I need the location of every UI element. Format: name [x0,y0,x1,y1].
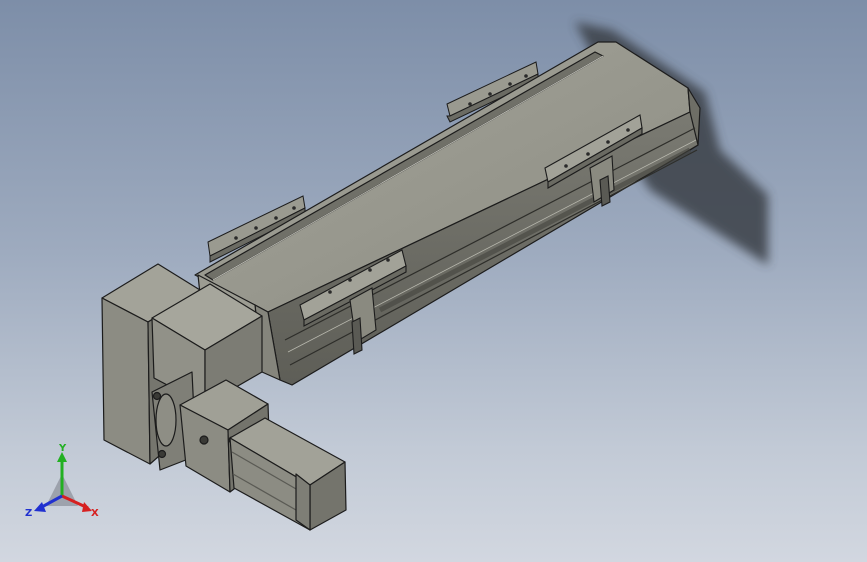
graphics-viewport[interactable]: Y X Z [0,0,867,562]
z-axis-label: Z [25,508,32,519]
view-orientation-triad: Y X Z [25,444,99,519]
y-axis-label: Y [58,444,67,454]
cad-model-scene[interactable] [0,0,867,562]
x-axis-label: X [91,508,99,519]
servo-motor[interactable] [229,417,347,531]
